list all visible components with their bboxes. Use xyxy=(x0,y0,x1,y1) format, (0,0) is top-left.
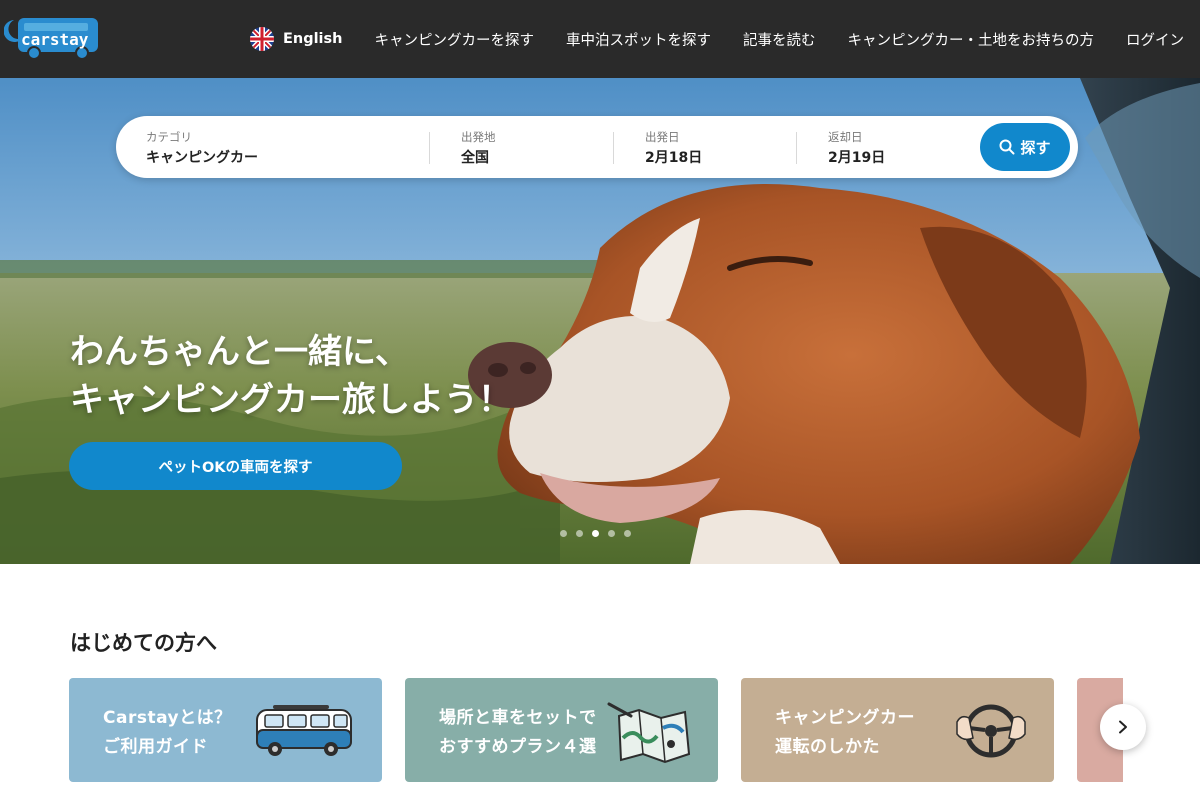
main-nav: English キャンピングカーを探す 車中泊スポットを探す 記事を読む キャン… xyxy=(249,0,1184,78)
nav-for-owners[interactable]: キャンピングカー・土地をお持ちの方 xyxy=(848,29,1095,50)
search-divider xyxy=(613,132,614,164)
card-how-to-drive[interactable]: キャンピングカー 運転のしかた xyxy=(741,678,1054,782)
carousel-dot[interactable] xyxy=(576,530,583,537)
return-date-field[interactable]: 返却日 2月19日 xyxy=(828,116,978,178)
intro-card-carousel: Carstayとは？ ご利用ガイド 場所と車をセットで おすすめプラン４選 キャ… xyxy=(69,678,1123,782)
nav-find-campervan[interactable]: キャンピングカーを探す xyxy=(375,29,535,50)
van-icon xyxy=(256,705,352,756)
card-title-line1: キャンピングカー xyxy=(775,708,915,728)
pet-ok-search-button[interactable]: ペットOKの車両を探す xyxy=(69,442,402,490)
uk-flag-icon xyxy=(249,27,274,51)
section-title: はじめての方へ xyxy=(70,631,217,655)
start-date-label: 出発日 xyxy=(645,130,680,144)
return-date-value: 2月19日 xyxy=(828,150,886,166)
hero-banner: カテゴリ キャンピングカー 出発地 全国 出発日 2月18日 返却日 2月19日… xyxy=(0,78,1200,564)
departure-field[interactable]: 出発地 全国 xyxy=(461,116,611,178)
language-switcher[interactable]: English xyxy=(249,27,343,51)
search-bar: カテゴリ キャンピングカー 出発地 全国 出発日 2月18日 返却日 2月19日… xyxy=(116,116,1078,178)
carousel-next-button[interactable] xyxy=(1100,704,1146,750)
carousel-dot-active[interactable] xyxy=(592,530,599,537)
return-date-label: 返却日 xyxy=(828,130,863,144)
card-title-line2: 運転のしかた xyxy=(775,737,880,757)
category-label: カテゴリ xyxy=(146,130,192,144)
departure-value: 全国 xyxy=(461,150,489,166)
start-date-value: 2月18日 xyxy=(645,150,703,166)
carousel-dots xyxy=(560,530,640,537)
card-about-carstay[interactable]: Carstayとは？ ご利用ガイド xyxy=(69,678,382,782)
card-title: Carstayとは？ ご利用ガイド xyxy=(103,704,232,762)
card-title: キャンピングカー 運転のしかた xyxy=(775,704,915,762)
card-title-line2: おすすめプラン４選 xyxy=(439,737,597,757)
nav-login[interactable]: ログイン xyxy=(1126,29,1184,50)
card-title-line2: ご利用ガイド xyxy=(103,737,208,757)
search-button[interactable]: 探す xyxy=(980,123,1070,171)
search-icon xyxy=(999,139,1015,155)
carousel-dot[interactable] xyxy=(608,530,615,537)
start-date-field[interactable]: 出発日 2月18日 xyxy=(645,116,795,178)
language-label: English xyxy=(282,31,343,47)
carousel-dot[interactable] xyxy=(560,530,567,537)
card-title-line1: 場所と車をセットで xyxy=(439,708,597,728)
nav-find-carstay-spot[interactable]: 車中泊スポットを探す xyxy=(566,29,711,50)
hero-title-line1: わんちゃんと一緒に、 xyxy=(70,332,409,372)
category-field[interactable]: カテゴリ キャンピングカー xyxy=(146,116,436,178)
chevron-right-icon xyxy=(1119,720,1127,734)
card-title-line1: Carstayとは？ xyxy=(103,708,232,728)
hero-title: わんちゃんと一緒に、 キャンピングカー旅しよう！ xyxy=(70,328,512,424)
site-header: carstay English キャンピングカーを探す 車中泊スポットを探す 記… xyxy=(0,0,1200,78)
map-icon xyxy=(607,702,691,764)
steering-wheel-icon xyxy=(956,704,1026,758)
search-divider xyxy=(796,132,797,164)
card-recommended-plans[interactable]: 場所と車をセットで おすすめプラン４選 xyxy=(405,678,718,782)
search-button-label: 探す xyxy=(1020,138,1051,157)
departure-label: 出発地 xyxy=(461,130,496,144)
carousel-dot[interactable] xyxy=(624,530,631,537)
card-title: 場所と車をセットで おすすめプラン４選 xyxy=(439,704,597,762)
logo-text: carstay xyxy=(21,30,89,49)
search-divider xyxy=(429,132,430,164)
nav-read-articles[interactable]: 記事を読む xyxy=(743,29,816,50)
category-value: キャンピングカー xyxy=(146,150,258,166)
carstay-logo[interactable]: carstay xyxy=(4,14,100,62)
hero-title-line2: キャンピングカー旅しよう！ xyxy=(70,380,512,420)
